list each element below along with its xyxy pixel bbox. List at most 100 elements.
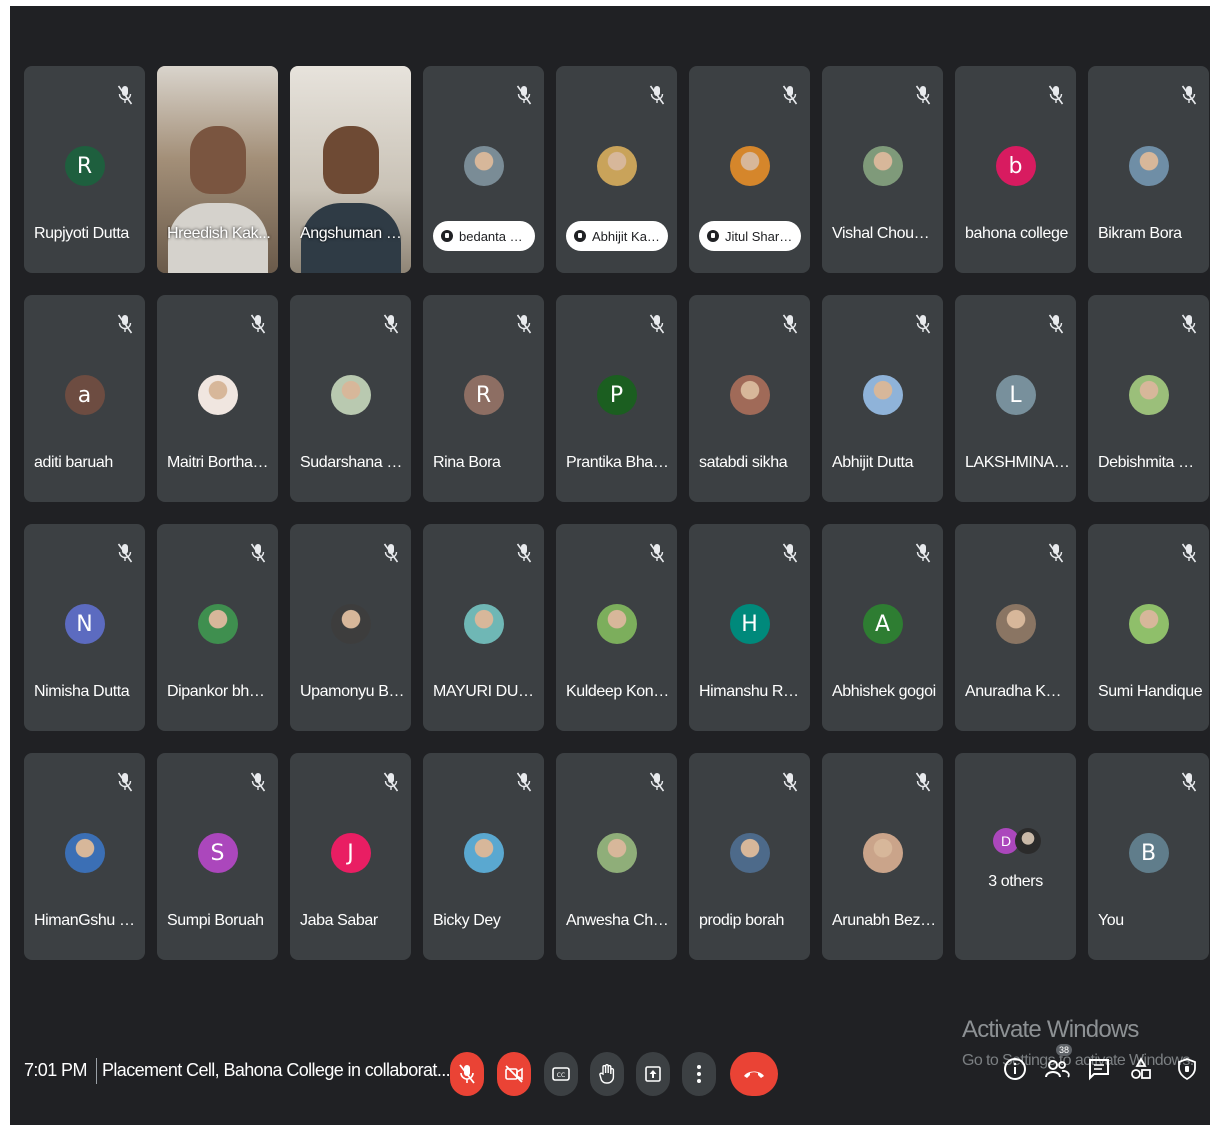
- participant-name: Anwesha Chan...: [566, 912, 671, 929]
- participant-name: Himanshu Rajb...: [699, 683, 804, 700]
- participant-tile[interactable]: Anuradha Kako...: [955, 524, 1076, 731]
- mic-muted-icon: [250, 771, 268, 795]
- leave-call-button[interactable]: [730, 1052, 778, 1096]
- participant-name: Rupjyoti Dutta: [34, 225, 129, 242]
- avatar: [862, 146, 903, 186]
- avatar: [729, 375, 770, 415]
- meeting-details-button[interactable]: [1000, 1054, 1030, 1084]
- participant-tile[interactable]: B You: [1088, 753, 1209, 960]
- participant-tile[interactable]: HimanGshu Sai...: [24, 753, 145, 960]
- avatar: b: [995, 146, 1036, 186]
- participant-tile[interactable]: Angshuman D...: [290, 66, 411, 273]
- mic-off-icon: [459, 1064, 475, 1084]
- participant-tile[interactable]: P Prantika Bhatta...: [556, 295, 677, 502]
- participant-name: Prantika Bhatta...: [566, 454, 671, 471]
- participant-tile[interactable]: Upamonyu Bor...: [290, 524, 411, 731]
- participant-name: Debishmita Kh...: [1098, 454, 1203, 471]
- avatar: [463, 833, 504, 873]
- participant-name: Bicky Dey: [433, 912, 501, 929]
- participant-tile[interactable]: Dipankor bhatta: [157, 524, 278, 731]
- mic-muted-icon: [1048, 84, 1066, 108]
- pinned-name-chip[interactable]: Abhijit Kali...: [566, 221, 668, 251]
- participant-tile[interactable]: S Sumpi Boruah: [157, 753, 278, 960]
- activities-button[interactable]: [1126, 1054, 1156, 1084]
- participant-tile[interactable]: Debishmita Kh...: [1088, 295, 1209, 502]
- avatar: J: [330, 833, 371, 873]
- participant-tile[interactable]: Maitri Borthakur: [157, 295, 278, 502]
- avatar: [729, 146, 770, 186]
- chat-button[interactable]: [1084, 1054, 1114, 1084]
- participant-name: Bikram Bora: [1098, 225, 1182, 242]
- participant-tile[interactable]: MAYURI DUTTA: [423, 524, 544, 731]
- participant-tile[interactable]: Abhijit Dutta: [822, 295, 943, 502]
- participant-name: Angshuman D...: [300, 225, 405, 242]
- activities-icon: [1131, 1057, 1151, 1079]
- participant-tile[interactable]: Sumi Handique: [1088, 524, 1209, 731]
- host-controls-icon: [1178, 1058, 1196, 1081]
- camera-toggle-button[interactable]: [497, 1052, 531, 1096]
- people-count-badge: 38: [1056, 1044, 1073, 1056]
- pinned-name-chip[interactable]: Jitul Sharma: [699, 221, 801, 251]
- participant-tile[interactable]: Abhijit Kali...: [556, 66, 677, 273]
- avatar: B: [1128, 833, 1169, 873]
- avatar: [1128, 146, 1169, 186]
- avatar: R: [64, 146, 105, 186]
- mic-muted-icon: [516, 84, 534, 108]
- participant-tile[interactable]: Bikram Bora: [1088, 66, 1209, 273]
- mic-toggle-button[interactable]: [450, 1052, 484, 1096]
- participant-tile[interactable]: R Rupjyoti Dutta: [24, 66, 145, 273]
- participant-tile[interactable]: Kuldeep Konwar: [556, 524, 677, 731]
- participant-tile[interactable]: Hreedish Kak...: [157, 66, 278, 273]
- mic-muted-icon: [383, 542, 401, 566]
- participant-name: aditi baruah: [34, 454, 113, 471]
- avatar: S: [197, 833, 238, 873]
- participant-tile[interactable]: N Nimisha Dutta: [24, 524, 145, 731]
- host-controls-button[interactable]: [1172, 1054, 1202, 1084]
- participant-tile[interactable]: bedanta S...: [423, 66, 544, 273]
- mic-muted-icon: [782, 542, 800, 566]
- mic-muted-icon: [117, 771, 135, 795]
- avatar: [197, 604, 238, 644]
- avatar: A: [862, 604, 903, 644]
- avatar: [862, 375, 903, 415]
- pinned-name-chip[interactable]: bedanta S...: [433, 221, 535, 251]
- avatar: a: [64, 375, 105, 415]
- more-options-button[interactable]: [682, 1052, 716, 1096]
- participant-tile[interactable]: b bahona college: [955, 66, 1076, 273]
- participant-tile[interactable]: prodip borah: [689, 753, 810, 960]
- raise-hand-button[interactable]: [590, 1052, 624, 1096]
- participant-tile[interactable]: Arunabh Bezba...: [822, 753, 943, 960]
- pin-icon: [707, 230, 719, 242]
- mic-muted-icon: [649, 542, 667, 566]
- avatar: [729, 833, 770, 873]
- people-button[interactable]: 38: [1042, 1044, 1073, 1084]
- meeting-title[interactable]: Placement Cell, Bahona College in collab…: [102, 1060, 451, 1081]
- mic-muted-icon: [1181, 84, 1199, 108]
- participant-tile[interactable]: J Jaba Sabar: [290, 753, 411, 960]
- participant-name: Abhishek gogoi: [832, 683, 936, 700]
- captions-button[interactable]: CC: [544, 1052, 578, 1096]
- participant-tile[interactable]: Jitul Sharma: [689, 66, 810, 273]
- participant-tile[interactable]: a aditi baruah: [24, 295, 145, 502]
- mic-muted-icon: [383, 771, 401, 795]
- participant-grid: R Rupjyoti Dutta Hreedish Kak... Angshuman …: [24, 66, 1209, 960]
- present-now-button[interactable]: [636, 1052, 670, 1096]
- participant-tile[interactable]: D3 others: [955, 753, 1076, 960]
- participant-tile[interactable]: R Rina Bora: [423, 295, 544, 502]
- pin-icon: [441, 230, 453, 242]
- participant-tile[interactable]: A Abhishek gogoi: [822, 524, 943, 731]
- participant-name: Upamonyu Bor...: [300, 683, 405, 700]
- participant-tile[interactable]: Bicky Dey: [423, 753, 544, 960]
- participant-tile[interactable]: Vishal Choudh...: [822, 66, 943, 273]
- participant-name: Sudarshana Sar...: [300, 454, 405, 471]
- participant-name: Arunabh Bezba...: [832, 912, 937, 929]
- mic-muted-icon: [117, 542, 135, 566]
- divider: [96, 1058, 97, 1084]
- participant-tile[interactable]: H Himanshu Rajb...: [689, 524, 810, 731]
- participant-tile[interactable]: Anwesha Chan...: [556, 753, 677, 960]
- participant-tile[interactable]: L LAKSHMINAND...: [955, 295, 1076, 502]
- participant-name: Jaba Sabar: [300, 912, 378, 929]
- mic-muted-icon: [782, 84, 800, 108]
- participant-tile[interactable]: satabdi sikha: [689, 295, 810, 502]
- participant-tile[interactable]: Sudarshana Sar...: [290, 295, 411, 502]
